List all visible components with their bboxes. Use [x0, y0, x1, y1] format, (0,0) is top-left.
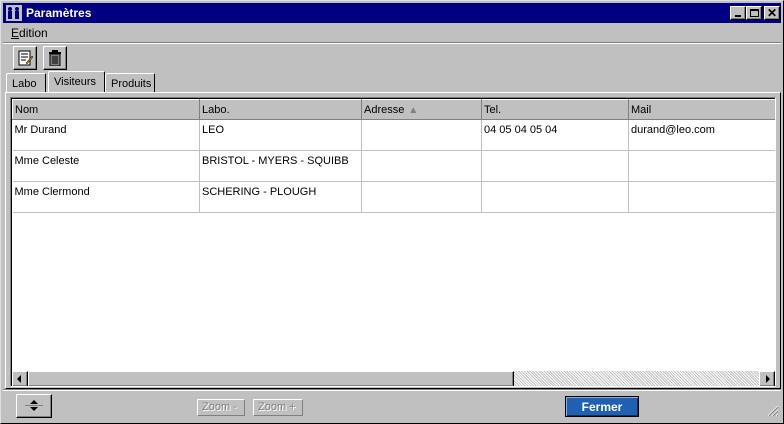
tab-produits[interactable]: Produits: [105, 73, 155, 93]
app-people-icon: [6, 5, 22, 21]
window-title: Paramètres: [26, 6, 92, 20]
column-header-adresse[interactable]: Adresse ▲: [361, 99, 482, 120]
footer-bar: Zoom - Zoom + Fermer: [3, 391, 781, 421]
scroll-left-button[interactable]: [12, 371, 28, 386]
scroll-right-button[interactable]: [759, 371, 775, 386]
cell-nom: Mr Durand: [12, 119, 200, 151]
cell-nom: Mme Clermond: [12, 181, 200, 213]
tab-labo[interactable]: Labo: [6, 73, 46, 93]
horizontal-scrollbar[interactable]: [12, 371, 775, 386]
cell-adresse: [361, 181, 482, 213]
table-header: Nom Labo. Adresse ▲ Tel. Mail: [12, 99, 775, 120]
row-stepper[interactable]: [16, 394, 52, 418]
cell-nom: Mme Celeste: [12, 150, 200, 182]
arrow-left-icon: [17, 375, 21, 383]
cell-tel: 04 05 04 05 04: [481, 119, 629, 151]
edit-button[interactable]: [13, 46, 37, 70]
minimize-button[interactable]: [730, 6, 746, 20]
menu-bar: Edition: [3, 23, 781, 42]
cell-mail: [628, 150, 775, 182]
cell-labo: SCHERING - PLOUGH: [199, 181, 362, 213]
cell-labo: BRISTOL - MYERS - SQUIBB: [199, 150, 362, 182]
visitors-table[interactable]: Nom Labo. Adresse ▲ Tel. Mail Mr Durand L…: [10, 97, 776, 387]
column-header-mail[interactable]: Mail: [628, 99, 775, 120]
cell-labo: LEO: [199, 119, 362, 151]
table-row[interactable]: Mr Durand LEO 04 05 04 05 04 durand@leo.…: [12, 119, 775, 151]
arrow-down-icon: [30, 407, 38, 411]
cell-adresse: [361, 150, 482, 182]
maximize-button[interactable]: [746, 6, 762, 20]
tab-panel: Nom Labo. Adresse ▲ Tel. Mail Mr Durand L…: [5, 92, 781, 389]
table-row[interactable]: Mme Celeste BRISTOL - MYERS - SQUIBB: [12, 150, 775, 182]
maximize-icon: [750, 9, 759, 17]
edit-document-icon: [18, 50, 33, 66]
table-row[interactable]: Mme Clermond SCHERING - PLOUGH: [12, 181, 775, 213]
close-icon: ✕: [766, 6, 778, 20]
arrow-right-icon: [766, 375, 770, 383]
column-header-labo[interactable]: Labo.: [199, 99, 362, 120]
tab-strip: Labo Visiteurs Produits: [3, 71, 781, 93]
resize-grip-icon[interactable]: [767, 405, 779, 417]
minimize-icon: [735, 15, 741, 17]
cell-tel: [481, 150, 629, 182]
cell-adresse: [361, 119, 482, 151]
zoom-in-button[interactable]: Zoom +: [253, 399, 303, 416]
arrow-up-icon: [30, 400, 38, 404]
toolbar: [3, 44, 781, 72]
cell-mail: durand@leo.com: [628, 119, 775, 151]
title-bar[interactable]: Paramètres ✕: [3, 3, 781, 23]
close-button[interactable]: Fermer: [565, 396, 639, 417]
trash-icon: [49, 50, 61, 66]
stepper-divider: [25, 405, 43, 406]
column-header-nom[interactable]: Nom: [12, 99, 200, 120]
tab-visiteurs[interactable]: Visiteurs: [48, 71, 105, 93]
delete-button[interactable]: [43, 46, 67, 70]
cell-mail: [628, 181, 775, 213]
close-window-button[interactable]: ✕: [764, 6, 780, 20]
cell-tel: [481, 181, 629, 213]
sort-ascending-icon: ▲: [408, 104, 419, 116]
params-window: Paramètres ✕ Edition Labo Visiteurs Prod…: [0, 0, 784, 424]
scrollbar-thumb[interactable]: [28, 371, 514, 386]
column-header-tel[interactable]: Tel.: [481, 99, 629, 120]
zoom-out-button[interactable]: Zoom -: [197, 399, 245, 416]
menu-edition[interactable]: Edition: [11, 26, 48, 40]
